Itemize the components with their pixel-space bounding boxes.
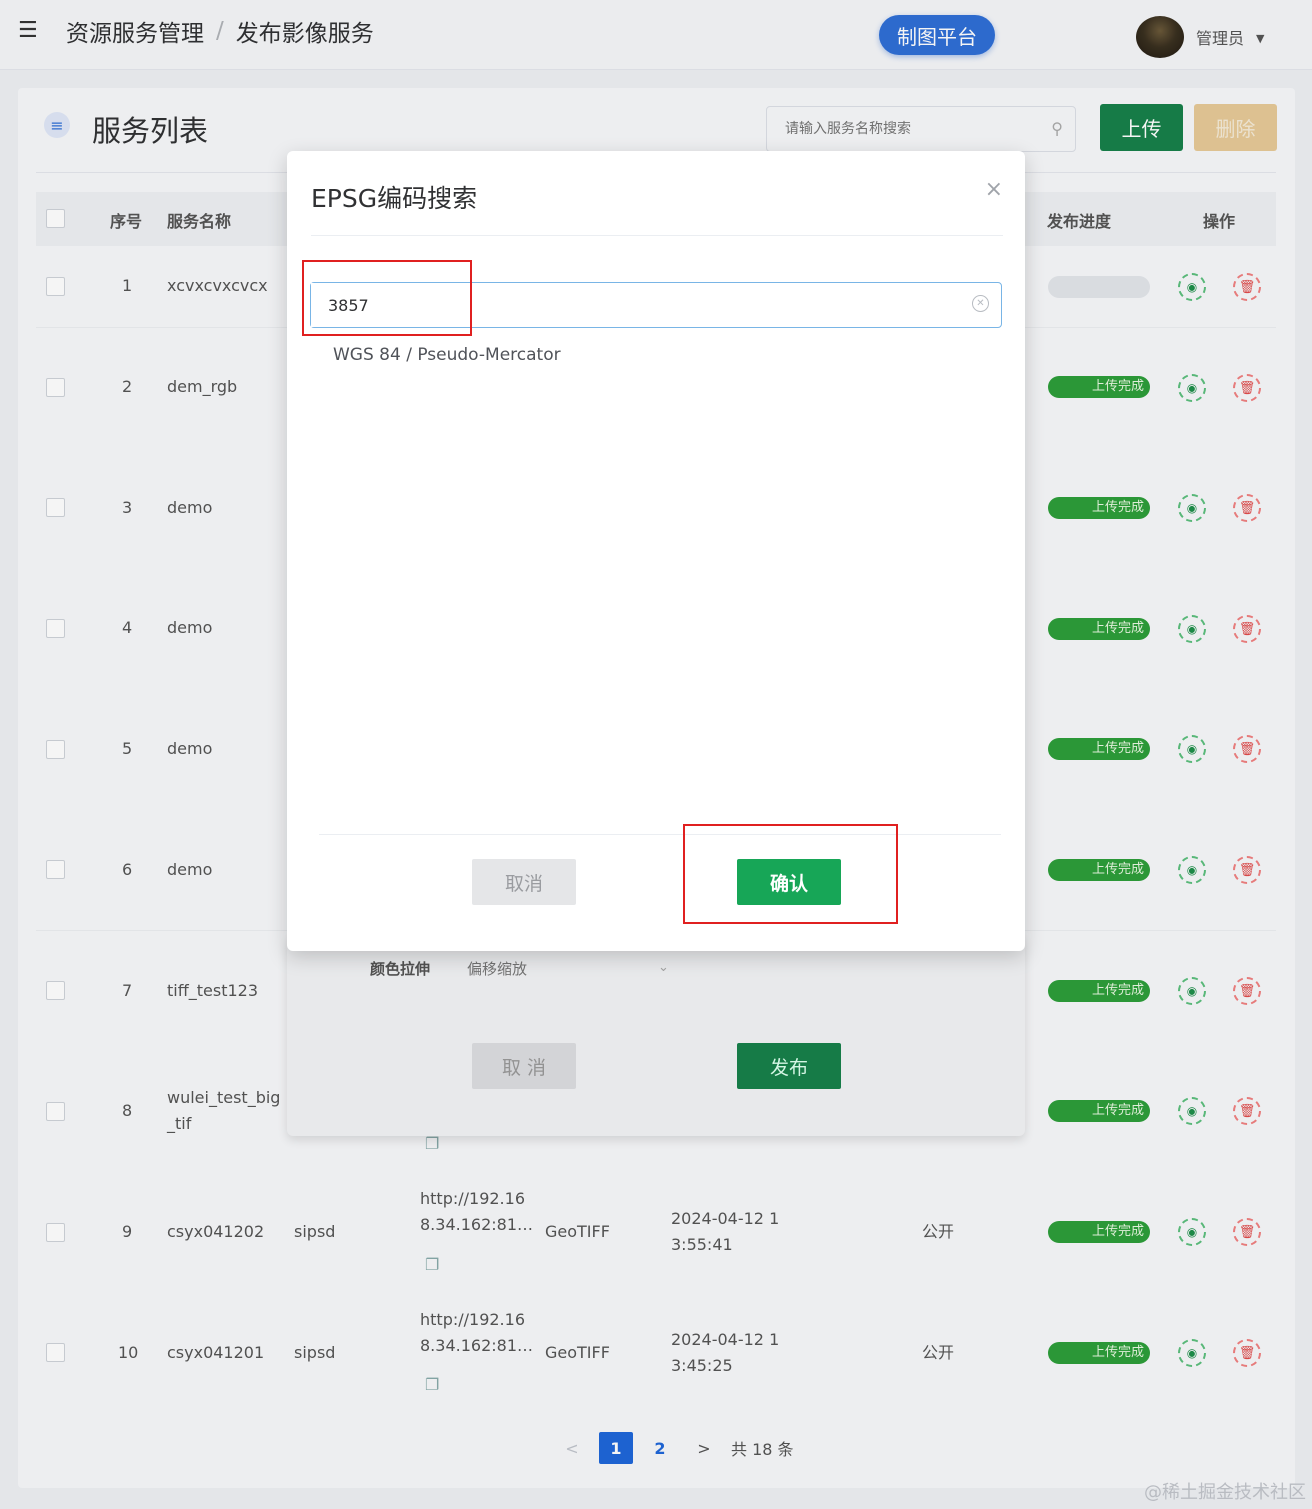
highlight-box-input (302, 260, 472, 336)
divider (311, 235, 1003, 236)
clear-circle-icon[interactable]: ✕ (972, 295, 989, 312)
watermark: @稀土掘金技术社区 (1144, 1482, 1306, 1503)
epsg-suggestion-item[interactable]: WGS 84 / Pseudo-Mercator (333, 345, 561, 365)
divider (319, 834, 1001, 835)
close-icon[interactable]: × (985, 177, 1003, 202)
highlight-box-confirm (683, 824, 898, 924)
modal-title: EPSG编码搜索 (311, 184, 478, 213)
cancel-button[interactable]: 取消 (472, 859, 576, 905)
